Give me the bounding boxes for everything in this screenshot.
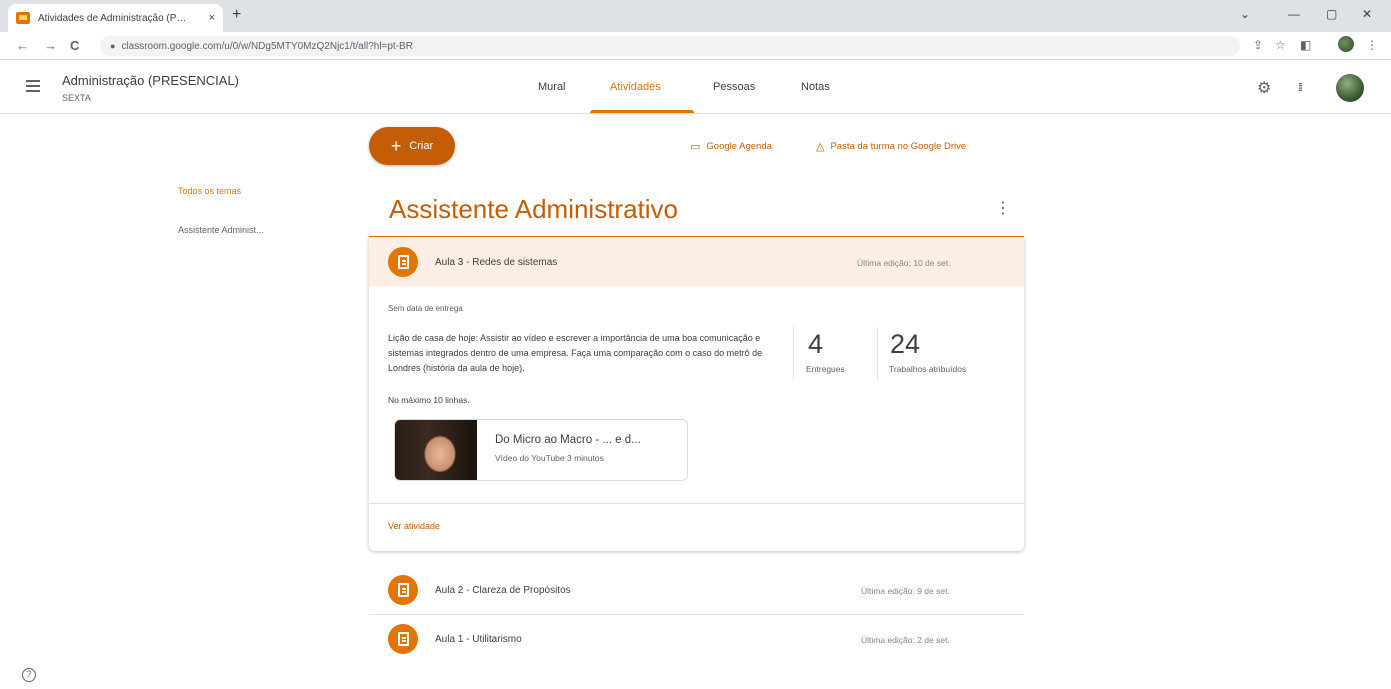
assignment-icon [388,247,418,277]
tab-close-icon[interactable]: × [209,12,215,24]
extensions-icon[interactable]: ◧ [1300,38,1311,52]
browser-tab-title: Atividades de Administração (P… [38,12,187,24]
forward-button[interactable]: → [44,38,57,53]
attachment-subtitle: Vídeo do YouTube 3 minutos [495,453,604,463]
browser-profile-avatar[interactable] [1338,36,1354,52]
classroom-favicon-icon [16,12,30,24]
youtube-attachment[interactable]: Do Micro ao Macro - ... e d... Vídeo do … [394,419,688,481]
class-name[interactable]: Administração (PRESENCIAL) [62,73,239,88]
settings-gear-icon[interactable]: ⚙ [1257,78,1271,98]
calendar-icon: ▭ [690,141,701,153]
assignment-edit-date: Última edição: 10 de set. [857,258,951,268]
due-date-text: Sem data de entrega [388,304,463,313]
help-icon[interactable]: ? [22,668,36,682]
assignment-title[interactable]: Aula 2 - Clareza de Propósitos [435,585,571,596]
share-icon[interactable]: ⇪ [1253,38,1263,52]
assigned-label: Trabalhos atribuídos [889,364,967,374]
browser-tab[interactable]: Atividades de Administração (P… × [8,4,223,32]
topic-more-options-icon[interactable]: ⋮ [995,198,1011,218]
attachment-title: Do Micro ao Macro - ... e d... [495,434,641,446]
new-tab-button[interactable]: + [232,6,241,24]
turned-in-count[interactable]: 4 [808,329,823,360]
assignment-title[interactable]: Aula 3 - Redes de sistemas [435,257,557,268]
minimize-button[interactable]: — [1288,7,1300,21]
tab-pessoas[interactable]: Pessoas [713,60,755,114]
view-assignment-link[interactable]: Ver atividade [388,521,440,531]
account-avatar[interactable] [1336,74,1364,102]
lock-icon: ● [110,41,116,51]
classroom-header: Administração (PRESENCIAL) SEXTA Mural A… [0,60,1391,114]
tab-mural[interactable]: Mural [538,60,566,114]
topic-filter-all[interactable]: Todos os temas [178,186,241,196]
stat-divider [793,327,794,379]
assignment-edit-date: Última edição: 2 de set. [861,635,950,645]
assignment-edit-date: Última edição: 9 de set. [861,586,950,596]
reload-button[interactable]: C [70,38,79,53]
tab-atividades[interactable]: Atividades [610,60,661,114]
main-menu-icon[interactable] [26,80,40,95]
browser-menu-icon[interactable]: ⋮ [1366,38,1378,52]
close-window-button[interactable]: ✕ [1362,7,1372,21]
tab-notas[interactable]: Notas [801,60,830,114]
address-bar[interactable]: ● classroom.google.com/u/0/w/NDg5MTY0MzQ… [100,36,1240,56]
create-button[interactable]: + Criar [369,127,455,165]
drive-link-label: Pasta da turma no Google Drive [830,141,967,152]
assignment-limit-note: No máximo 10 linhas. [388,395,470,405]
create-button-label: Criar [409,140,434,152]
topic-title: Assistente Administrativo [389,194,679,224]
google-apps-icon[interactable]: ⁞⁞⁞ [1298,82,1303,94]
address-url: classroom.google.com/u/0/w/NDg5MTY0MzQ2N… [121,40,413,52]
drive-icon: △ [816,141,825,153]
topic-filter-item[interactable]: Assistente Administ... [178,225,264,235]
class-drive-folder-link[interactable]: △ Pasta da turma no Google Drive [816,140,966,153]
stat-divider [877,327,878,379]
browser-toolbar: ← → C ● classroom.google.com/u/0/w/NDg5M… [0,32,1391,60]
bookmark-star-icon[interactable]: ☆ [1275,38,1286,52]
turned-in-label: Entregues [806,364,845,374]
assignment-header[interactable]: Aula 3 - Redes de sistemas Última edição… [369,237,1024,286]
active-tab-indicator [590,110,694,113]
card-divider [369,503,1024,504]
class-section: SEXTA [62,93,91,103]
assignment-icon [388,575,418,605]
browser-tabstrip: Atividades de Administração (P… × + ⌄ — … [0,0,1391,32]
assignment-description: Lição de casa de hoje: Assistir ao vídeo… [388,333,763,373]
assignment-card-expanded: Aula 3 - Redes de sistemas Última edição… [369,237,1024,551]
google-calendar-link[interactable]: ▭ Google Agenda [690,140,772,153]
tab-search-icon[interactable]: ⌄ [1240,7,1250,21]
calendar-link-label: Google Agenda [706,141,772,152]
assignment-title[interactable]: Aula 1 - Utilitarismo [435,634,522,645]
maximize-button[interactable]: ▢ [1326,7,1337,21]
plus-icon: + [390,135,402,156]
assigned-count[interactable]: 24 [890,329,920,360]
assignment-icon [388,624,418,654]
video-thumbnail [395,420,477,480]
back-button[interactable]: ← [16,38,29,53]
list-divider [369,614,1024,615]
